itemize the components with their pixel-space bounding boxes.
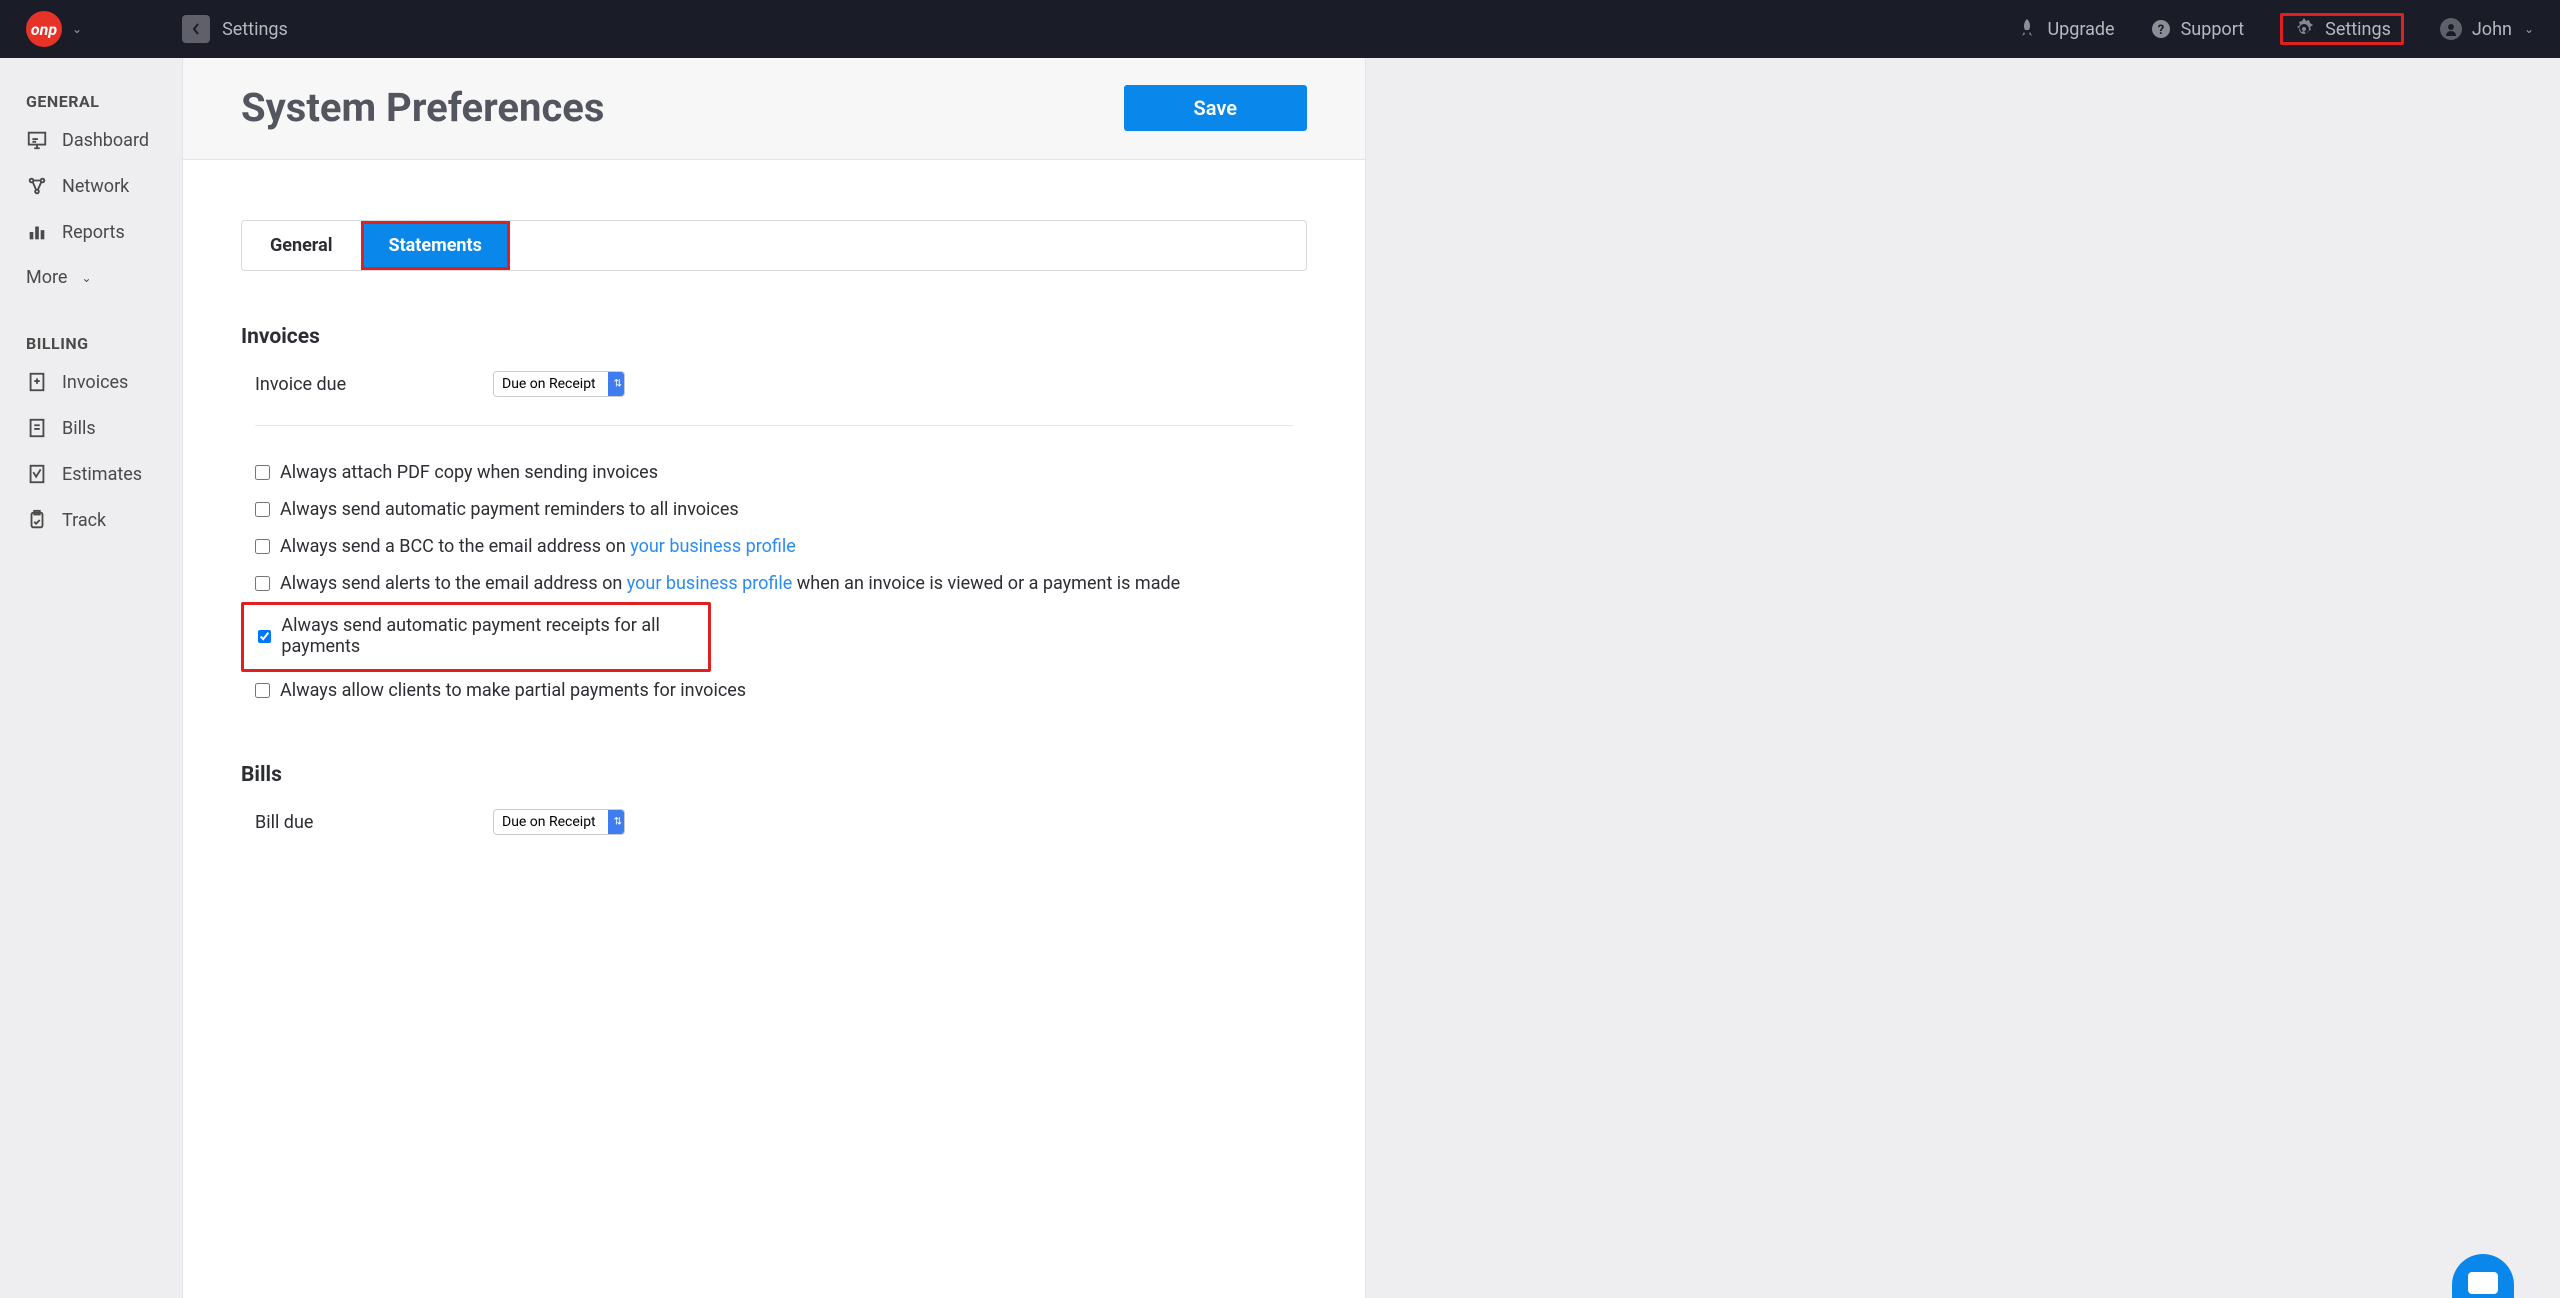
sidebar-item-reports[interactable]: Reports (26, 221, 164, 243)
tab-general[interactable]: General (242, 221, 361, 270)
gear-icon (2293, 18, 2315, 40)
invoice-due-label: Invoice due (255, 374, 365, 395)
invoice-due-select[interactable]: Due on Receipt (493, 371, 625, 397)
chevron-down-icon: ⌄ (81, 271, 91, 285)
bill-due-select[interactable]: Due on Receipt (493, 809, 625, 835)
option-attach-pdf[interactable]: Always attach PDF copy when sending invo… (241, 454, 1307, 491)
checkbox-bcc[interactable] (255, 539, 270, 554)
option-bcc[interactable]: Always send a BCC to the email address o… (241, 528, 1307, 565)
option-label: Always send automatic payment receipts f… (281, 615, 694, 657)
chevron-down-icon: ⌄ (2524, 22, 2534, 36)
sidebar-item-estimates[interactable]: Estimates (26, 463, 164, 485)
chat-icon (2468, 1272, 2498, 1294)
upgrade-link[interactable]: Upgrade (2017, 19, 2114, 40)
section-heading-invoices: Invoices (241, 325, 1307, 349)
option-alerts[interactable]: Always send alerts to the email address … (241, 565, 1307, 602)
app-logo[interactable]: onp (26, 11, 62, 47)
rocket-icon (2017, 19, 2037, 39)
business-profile-link[interactable]: your business profile (627, 573, 793, 594)
chevron-left-icon (191, 22, 201, 36)
checkbox-reminders[interactable] (255, 502, 270, 517)
settings-label: Settings (2325, 19, 2391, 40)
divider (255, 425, 1293, 426)
sidebar-section-general: GENERAL (26, 92, 164, 111)
page-header: System Preferences Save (183, 58, 1365, 160)
bill-due-row: Bill due Due on Receipt (241, 809, 1307, 835)
bill-due-label: Bill due (255, 812, 365, 833)
support-link[interactable]: ? Support (2151, 19, 2245, 40)
user-name: John (2472, 19, 2512, 40)
option-label: Always attach PDF copy when sending invo… (280, 462, 658, 483)
tab-statements[interactable]: Statements (361, 221, 510, 270)
settings-link[interactable]: Settings (2280, 13, 2404, 45)
option-label: Always send automatic payment reminders … (280, 499, 739, 520)
sidebar-section-billing: BILLING (26, 334, 164, 353)
invoice-due-row: Invoice due Due on Receipt (241, 371, 1307, 397)
option-partial[interactable]: Always allow clients to make partial pay… (241, 672, 1307, 709)
reports-icon (26, 221, 48, 243)
sidebar-item-label: Reports (62, 222, 125, 243)
sidebar-item-label: Estimates (62, 464, 142, 485)
checkbox-alerts[interactable] (255, 576, 270, 591)
section-heading-bills: Bills (241, 763, 1307, 787)
tabs: General Statements (241, 220, 1307, 271)
svg-text:?: ? (2157, 23, 2163, 38)
sidebar-item-bills[interactable]: Bills (26, 417, 164, 439)
option-reminders[interactable]: Always send automatic payment reminders … (241, 491, 1307, 528)
breadcrumb: Settings (222, 19, 288, 40)
sidebar-item-label: More (26, 267, 67, 288)
main-content: System Preferences Save General Statemen… (182, 58, 1366, 1298)
sidebar-item-dashboard[interactable]: Dashboard (26, 129, 164, 151)
sidebar-item-more[interactable]: More ⌄ (26, 267, 164, 288)
user-menu[interactable]: John ⌄ (2440, 18, 2534, 40)
upgrade-label: Upgrade (2047, 19, 2114, 40)
dashboard-icon (26, 129, 48, 151)
logo-text: onp (31, 20, 57, 39)
business-profile-link[interactable]: your business profile (630, 536, 796, 557)
avatar-icon (2440, 18, 2462, 40)
bills-icon (26, 417, 48, 439)
checkbox-receipts[interactable] (258, 629, 271, 644)
option-receipts[interactable]: Always send automatic payment receipts f… (241, 602, 711, 672)
help-icon: ? (2151, 19, 2171, 39)
sidebar-item-network[interactable]: Network (26, 175, 164, 197)
sidebar-item-label: Track (62, 510, 106, 531)
sidebar-item-label: Dashboard (62, 130, 149, 151)
sidebar-item-invoices[interactable]: Invoices (26, 371, 164, 393)
topbar: onp ⌄ Settings Upgrade ? Support Setting… (0, 0, 2560, 58)
sidebar-item-track[interactable]: Track (26, 509, 164, 531)
checkbox-partial[interactable] (255, 683, 270, 698)
option-label: Always allow clients to make partial pay… (280, 680, 746, 701)
page-title: System Preferences (241, 84, 604, 131)
back-button[interactable] (182, 15, 210, 43)
network-icon (26, 175, 48, 197)
sidebar-item-label: Network (62, 176, 129, 197)
track-icon (26, 509, 48, 531)
logo-chevron-icon[interactable]: ⌄ (72, 22, 82, 36)
save-button[interactable]: Save (1124, 85, 1307, 131)
sidebar-item-label: Bills (62, 418, 96, 439)
invoices-icon (26, 371, 48, 393)
option-label: Always send alerts to the email address … (280, 573, 1180, 594)
sidebar: GENERAL Dashboard Network Reports More ⌄… (0, 58, 182, 1298)
checkbox-attach-pdf[interactable] (255, 465, 270, 480)
sidebar-item-label: Invoices (62, 372, 128, 393)
estimates-icon (26, 463, 48, 485)
support-label: Support (2181, 19, 2245, 40)
option-label: Always send a BCC to the email address o… (280, 536, 796, 557)
